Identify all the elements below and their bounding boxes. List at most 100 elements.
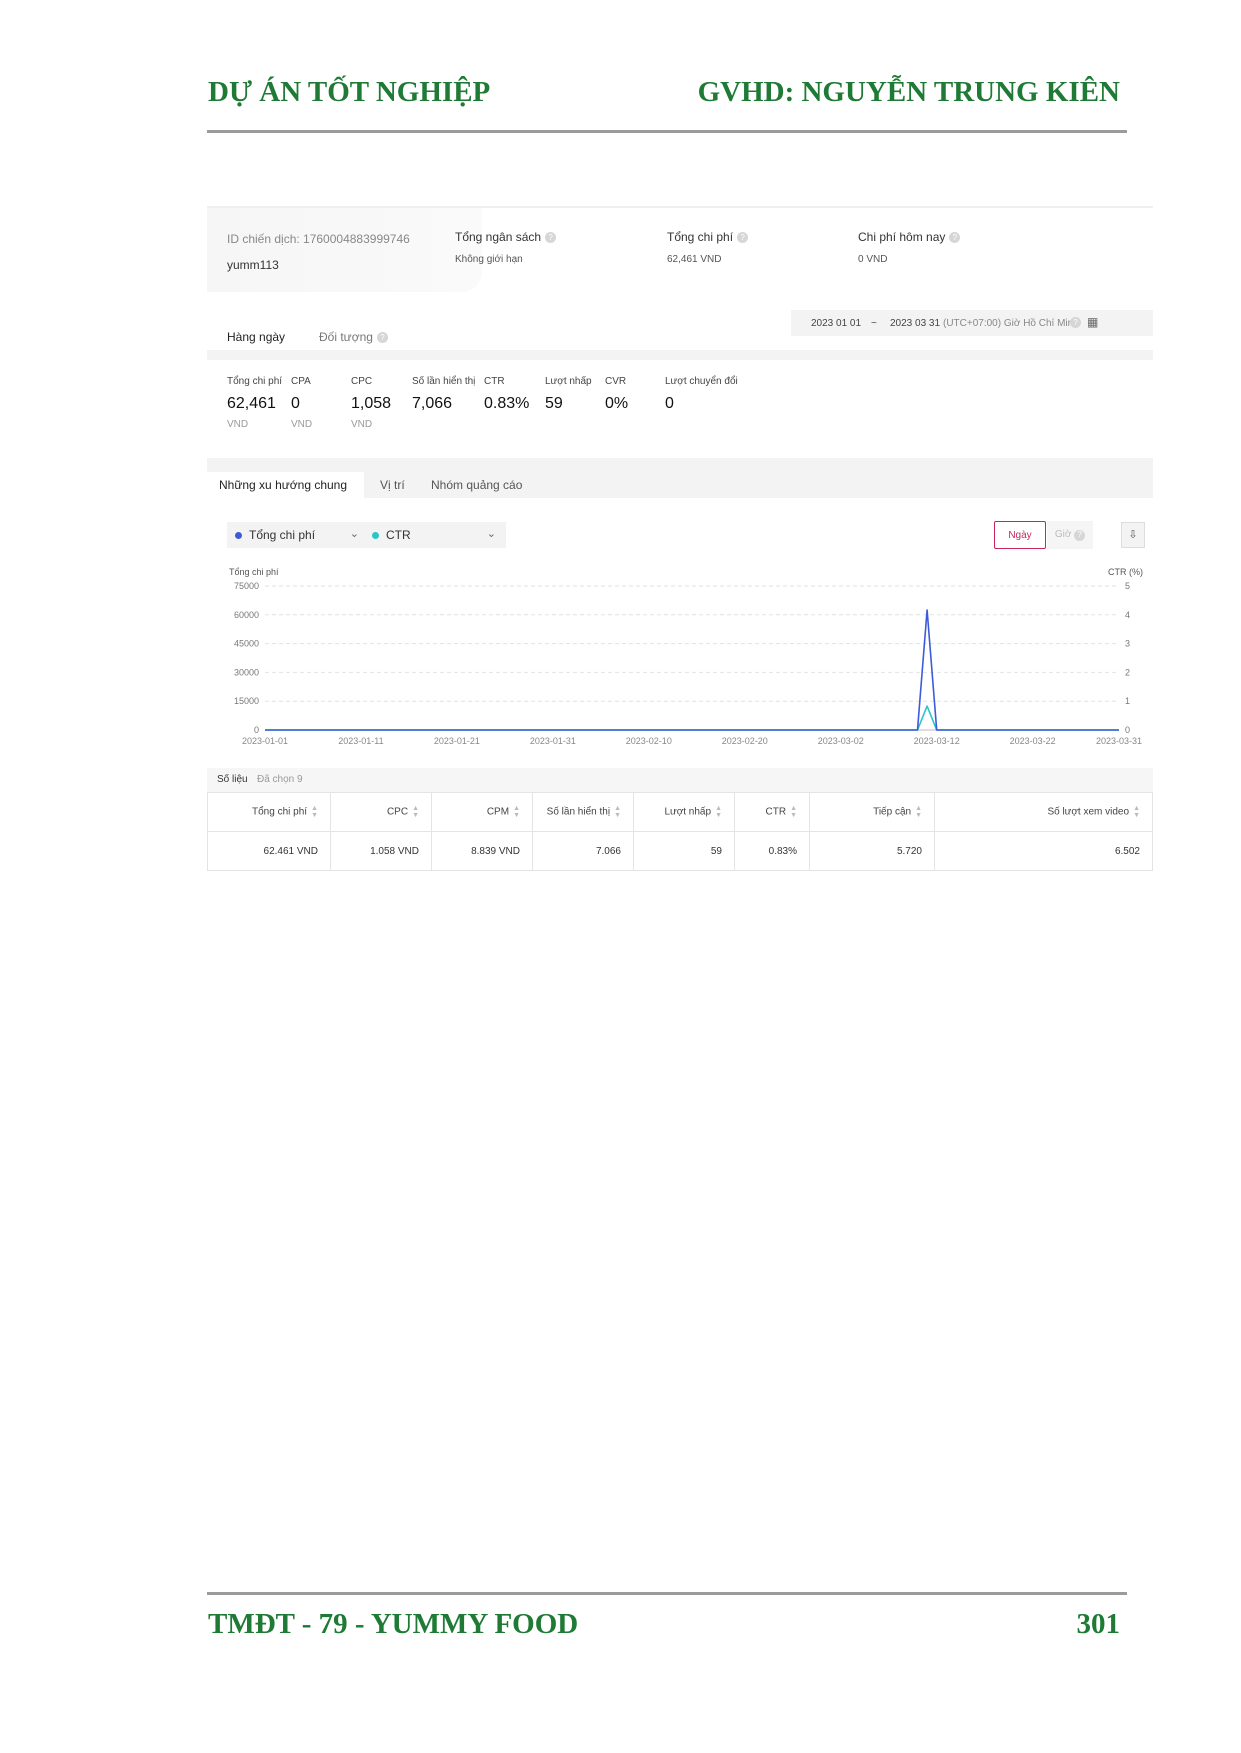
- help-icon[interactable]: ?: [545, 231, 557, 243]
- table-cell: 59: [633, 831, 735, 871]
- y-tick-right: 1: [1125, 696, 1130, 706]
- metric-label: CVR: [605, 376, 627, 387]
- y-tick-right: 0: [1125, 725, 1130, 735]
- granularity-day-button[interactable]: Ngày: [994, 521, 1046, 549]
- metric-ctr: CTR 0.83%: [484, 376, 529, 413]
- metric-value: 59: [545, 395, 563, 412]
- metric-selector-2[interactable]: CTR ⌄: [364, 522, 506, 548]
- calendar-icon[interactable]: ▦: [1087, 315, 1098, 329]
- page-header-advisor: GVHD: NGUYỄN TRUNG KIÊN: [697, 76, 1120, 108]
- stat-value: 0 VND: [858, 254, 888, 265]
- trend-chart: Tổng chi phí CTR (%) 75000 60000 45000 3000…: [229, 567, 1143, 746]
- metric-value: 0.83%: [484, 395, 530, 412]
- series-line: [265, 609, 1119, 731]
- y-tick-left: 30000: [234, 667, 259, 677]
- metric-conversions: Lượt chuyển đổi 0: [665, 376, 738, 413]
- metric-unit: VND: [227, 419, 249, 430]
- y-tick-right: 2: [1125, 667, 1130, 677]
- help-icon[interactable]: ?: [737, 231, 749, 243]
- data-table-header: Số liệu Đã chọn 9: [207, 768, 1153, 792]
- metric-value: 7,066: [412, 395, 453, 412]
- metric-label: Tổng chi phí: [227, 376, 283, 387]
- section-divider: [207, 350, 1153, 360]
- col-cpm[interactable]: CPM ▲ ▼: [431, 792, 533, 832]
- table-row: 62.461 VND 1.058 VND 8.839 VND 7.066 59 …: [207, 831, 1153, 871]
- help-icon[interactable]: ?: [949, 231, 961, 243]
- data-table-selected[interactable]: Đã chọn 9: [257, 774, 303, 785]
- stat-label: Tổng chi phí: [667, 230, 734, 244]
- col-total-cost[interactable]: Tổng chi phí ▲ ▼: [207, 792, 331, 832]
- metric-value: 0%: [605, 395, 629, 412]
- metric-clicks: Lượt nhấp 59: [545, 376, 592, 413]
- tab-daily[interactable]: Hàng ngày: [227, 330, 285, 344]
- metric-selector-1[interactable]: Tổng chi phí ⌄: [227, 522, 369, 548]
- col-reach[interactable]: Tiếp cận ▲ ▼: [809, 792, 935, 832]
- col-label: Tiếp cận: [873, 806, 912, 818]
- metric-label: Lượt chuyển đổi: [665, 376, 738, 387]
- sort-icon: ▲ ▼: [513, 805, 520, 819]
- series-line: [265, 705, 1119, 731]
- sort-icon: ▲ ▼: [412, 805, 419, 819]
- y-tick-right: 3: [1125, 639, 1130, 649]
- sort-icon: ▲ ▼: [790, 805, 797, 819]
- y-tick-left: 75000: [234, 581, 259, 591]
- col-label: CPM: [486, 806, 510, 818]
- page-header-title: DỰ ÁN TỐT NGHIỆP: [208, 76, 491, 108]
- date-start: 2023 01 01: [811, 318, 862, 329]
- tab-placement[interactable]: Vị trí: [380, 478, 405, 492]
- help-icon[interactable]: ?: [376, 331, 388, 343]
- table-cell: 6.502: [934, 831, 1153, 871]
- chevron-down-icon: ⌄: [486, 528, 496, 540]
- x-tick-label: 2023-02-10: [626, 736, 672, 746]
- date-separator: ~: [871, 318, 877, 329]
- sort-icon: ▲ ▼: [1133, 805, 1140, 819]
- granularity-hour-button[interactable]: Giờ ?: [1047, 521, 1093, 549]
- date-range-picker[interactable]: 2023 01 01 ~ 2023 03 31 (UTC+07:00) Giờ …: [791, 310, 1153, 336]
- col-label: Số lượt xem video: [1047, 806, 1130, 818]
- series-dot-icon: [235, 532, 242, 539]
- sort-icon: ▲ ▼: [715, 805, 722, 819]
- x-tick-label: 2023-03-31: [1096, 736, 1142, 746]
- col-label: CPC: [386, 806, 409, 818]
- x-tick-label: 2023-03-22: [1010, 736, 1056, 746]
- tab-general-trends[interactable]: Những xu hướng chung: [207, 472, 364, 498]
- x-tick-label: 2023-03-12: [914, 736, 960, 746]
- campaign-name: yumm113: [227, 258, 279, 272]
- sort-icon: ▲ ▼: [915, 805, 922, 819]
- table-cell: 5.720: [809, 831, 935, 871]
- table-cell: 8.839 VND: [431, 831, 533, 871]
- footer-rule: [207, 1592, 1127, 1595]
- stat-cost-today: Chi phí hôm nay? 0 VND: [858, 230, 961, 265]
- header-rule: [207, 130, 1127, 133]
- y-tick-left: 0: [254, 725, 259, 735]
- metric-label: Lượt nhấp: [545, 376, 592, 387]
- table-cell: 7.066: [532, 831, 634, 871]
- metric-value: 0: [665, 395, 674, 412]
- metric-value: 0: [291, 395, 300, 412]
- stat-total-budget: Tổng ngân sách? Không giới hạn: [455, 230, 557, 265]
- tab-ad-group[interactable]: Nhóm quảng cáo: [431, 478, 522, 492]
- table-cell: 62.461 VND: [207, 831, 331, 871]
- tab-audience[interactable]: Đối tượng?: [319, 330, 388, 344]
- page-footer-project: TMĐT - 79 - YUMMY FOOD: [208, 1608, 579, 1640]
- help-icon[interactable]: ?: [1070, 317, 1081, 328]
- metric-selector-2-label: CTR: [386, 528, 411, 542]
- stat-total-cost: Tổng chi phí? 62,461 VND: [667, 230, 749, 265]
- export-icon[interactable]: ⇩: [1121, 522, 1145, 548]
- col-clicks[interactable]: Lượt nhấp ▲ ▼: [633, 792, 735, 832]
- metric-cpa: CPA 0 VND: [291, 376, 312, 430]
- y-tick-right: 5: [1125, 581, 1130, 591]
- col-video-views[interactable]: Số lượt xem video ▲ ▼: [934, 792, 1153, 832]
- col-cpc[interactable]: CPC ▲ ▼: [330, 792, 432, 832]
- metric-unit: VND: [351, 419, 373, 430]
- sort-icon: ▲ ▼: [614, 805, 621, 819]
- campaign-report-screenshot: ID chiến dịch: 1760004883999746 yumm113 …: [207, 206, 1153, 976]
- sort-icon: ▲ ▼: [311, 805, 318, 819]
- x-tick-label: 2023-01-01: [242, 736, 288, 746]
- metric-unit: VND: [291, 419, 313, 430]
- col-ctr[interactable]: CTR ▲ ▼: [734, 792, 810, 832]
- date-end: 2023 03 31: [890, 318, 941, 329]
- campaign-id-card: ID chiến dịch: 1760004883999746 yumm113: [207, 208, 482, 292]
- metric-value: 62,461: [227, 395, 276, 412]
- col-impressions[interactable]: Số lần hiển thị ▲ ▼: [532, 792, 634, 832]
